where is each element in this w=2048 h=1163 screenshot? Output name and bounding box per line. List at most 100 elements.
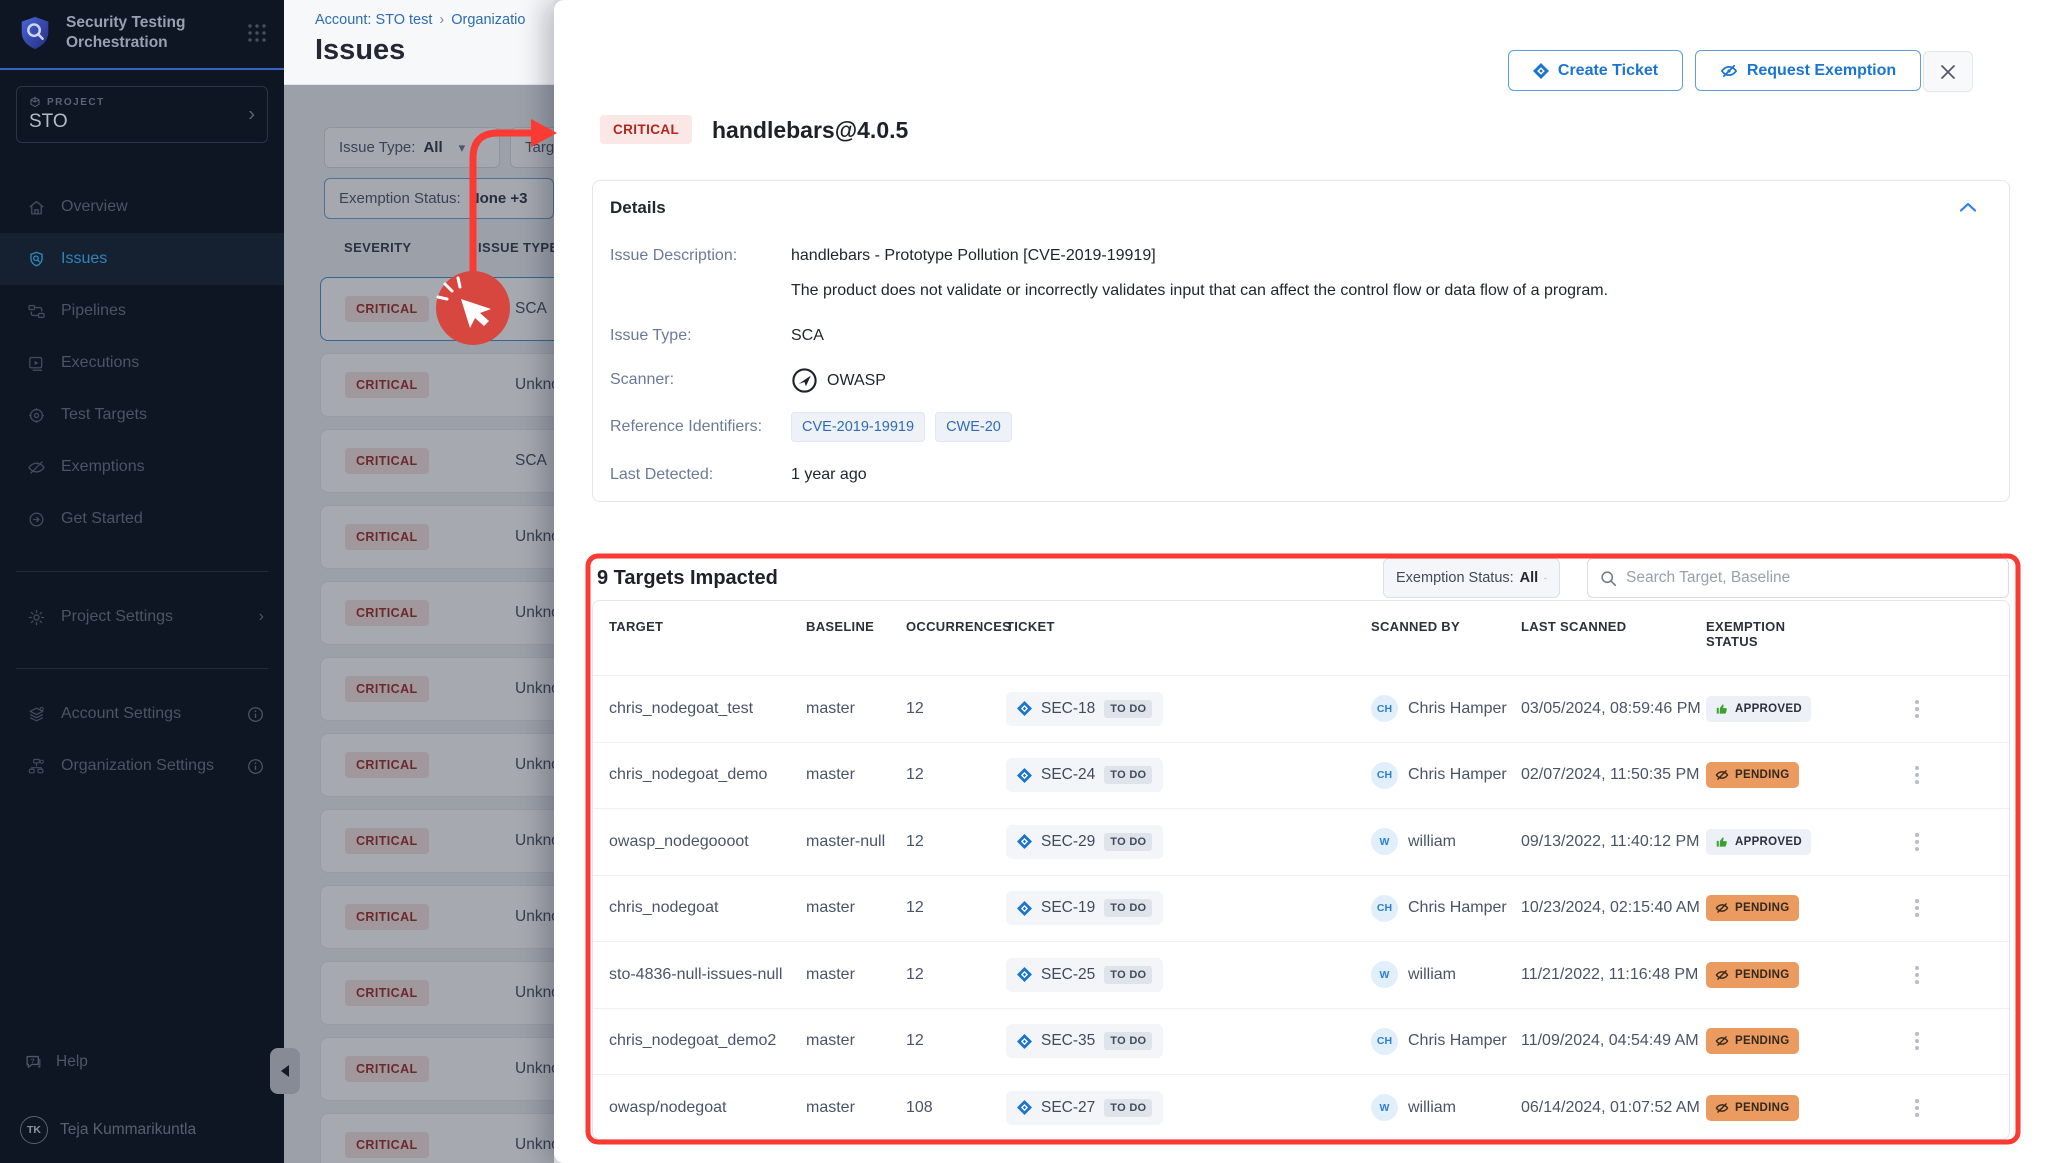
sidebar-header: Security Testing Orchestration — [0, 0, 284, 70]
issue-row[interactable]: CRITICALUnknown — [320, 657, 554, 721]
ticket-link[interactable]: SEC-27TO DO — [1006, 1091, 1163, 1125]
reference-chip-cve[interactable]: CVE-2019-19919 — [791, 412, 925, 442]
table-row[interactable]: chris_nodegoat_test master 12 SEC-18TO D… — [593, 675, 2009, 742]
exemption-status-filter[interactable]: Exemption Status:None +3 — [324, 178, 554, 219]
ticket-key: SEC-18 — [1041, 700, 1095, 718]
issue-row[interactable]: CRITICALUnknown — [320, 809, 554, 873]
issue-row[interactable]: CRITICALUnknown — [320, 353, 554, 417]
issue-type-cell: Unknown — [515, 756, 554, 774]
row-menu-button[interactable] — [1824, 1032, 2009, 1050]
app-title: Security Testing Orchestration — [66, 13, 234, 53]
sidebar-item-label: Organization Settings — [61, 757, 214, 775]
ticket-link[interactable]: SEC-19TO DO — [1006, 891, 1163, 925]
issue-description-label: Issue Description: — [610, 247, 737, 265]
issue-row[interactable]: CRITICALUnknown — [320, 961, 554, 1025]
sidebar-item-get-started[interactable]: Get Started — [0, 493, 284, 545]
sidebar-item-issues[interactable]: Issues — [0, 233, 284, 285]
sidebar: Security Testing Orchestration PROJECT S… — [0, 0, 284, 1163]
row-menu-button[interactable] — [1824, 833, 2009, 851]
row-menu-button[interactable] — [1824, 766, 2009, 784]
severity-badge: CRITICAL — [345, 1132, 429, 1158]
sidebar-item-overview[interactable]: Overview — [0, 181, 284, 233]
exemption-status-badge: PENDING — [1706, 1028, 1799, 1054]
sidebar-item-help[interactable]: ? Help — [0, 1040, 284, 1084]
issue-row[interactable]: CRITICALUnknown — [320, 505, 554, 569]
cube-icon — [29, 96, 41, 108]
last-detected-value: 1 year ago — [791, 466, 867, 484]
ticket-key: SEC-27 — [1041, 1099, 1095, 1117]
issue-row[interactable]: CRITICALUnknown — [320, 581, 554, 645]
ticket-link[interactable]: SEC-35TO DO — [1006, 1024, 1163, 1058]
sidebar-item-label: Get Started — [61, 510, 143, 528]
issue-row[interactable]: CRITICALSCA — [320, 429, 554, 493]
target-filter[interactable]: Targ — [510, 127, 554, 168]
ticket-link[interactable]: SEC-24TO DO — [1006, 758, 1163, 792]
ticket-key: SEC-29 — [1041, 833, 1095, 851]
table-row[interactable]: chris_nodegoat_demo master 12 SEC-24TO D… — [593, 742, 2009, 809]
dropdown-label: Exemption Status: — [1396, 570, 1514, 586]
home-icon — [27, 198, 46, 217]
collapse-chevron-up-icon[interactable] — [1959, 201, 1977, 213]
user-avatar: TK — [20, 1116, 48, 1144]
scanned-by-name: william — [1408, 833, 1456, 851]
row-menu-button[interactable] — [1824, 700, 2009, 718]
sidebar-item-exemptions[interactable]: Exemptions — [0, 441, 284, 493]
column-header-last-scanned: LAST SCANNED — [1521, 619, 1706, 634]
issue-row[interactable]: CRITICALUnknown — [320, 1037, 554, 1101]
table-row[interactable]: chris_nodegoat_demo2 master 12 SEC-35TO … — [593, 1008, 2009, 1075]
scanner-value: OWASP — [791, 367, 886, 394]
ticket-diamond-icon — [1533, 63, 1549, 79]
breadcrumb-org-link[interactable]: Organizatio — [451, 12, 525, 28]
severity-badge: CRITICAL — [345, 828, 429, 854]
avatar: W — [1371, 961, 1398, 988]
close-drawer-button[interactable] — [1923, 51, 1973, 92]
sidebar-item-project-settings[interactable]: Project Settings › — [0, 591, 284, 643]
sidebar-item-executions[interactable]: Executions — [0, 337, 284, 389]
issues-list-background: Issue Type:All▾ Targ Exemption Status:No… — [284, 85, 554, 1163]
table-row[interactable]: owasp/nodegoat master 108 SEC-27TO DO Ww… — [593, 1074, 2009, 1140]
eye-off-icon — [1720, 62, 1738, 80]
exemption-status-dropdown[interactable]: Exemption Status:All — [1383, 558, 1560, 598]
thumbs-up-icon — [1715, 702, 1729, 716]
table-row[interactable]: sto-4836-null-issues-null master 12 SEC-… — [593, 941, 2009, 1008]
sidebar-nav: Overview Issues Pipelines Executions Tes… — [0, 181, 284, 545]
app-switcher-grid-icon[interactable] — [246, 22, 268, 44]
table-row[interactable]: chris_nodegoat master 12 SEC-19TO DO CHC… — [593, 875, 2009, 942]
issue-type-cell: Unknown — [515, 908, 554, 926]
last-detected-label: Last Detected: — [610, 466, 713, 484]
close-icon — [1940, 64, 1956, 80]
info-icon — [247, 758, 264, 775]
ticket-link[interactable]: SEC-25TO DO — [1006, 958, 1163, 992]
table-row[interactable]: owasp_nodegoooot master-null 12 SEC-29TO… — [593, 808, 2009, 875]
breadcrumb-account-link[interactable]: Account: STO test — [315, 12, 432, 28]
scanned-by-name: Chris Hamper — [1408, 766, 1507, 784]
search-input[interactable] — [1626, 569, 1996, 587]
issue-row[interactable]: CRITICALSCA — [320, 277, 554, 341]
issue-type-filter[interactable]: Issue Type:All▾ — [324, 127, 500, 168]
row-menu-button[interactable] — [1824, 1099, 2009, 1117]
issue-title: handlebars@4.0.5 — [712, 117, 908, 144]
reference-chip-cwe[interactable]: CWE-20 — [935, 412, 1012, 442]
page-title: Issues — [315, 34, 405, 67]
sidebar-item-account-settings[interactable]: Account Settings — [0, 688, 284, 740]
target-cell: owasp/nodegoat — [609, 1099, 806, 1117]
ticket-link[interactable]: SEC-29TO DO — [1006, 825, 1163, 859]
sidebar-item-pipelines[interactable]: Pipelines — [0, 285, 284, 337]
sidebar-collapse-handle[interactable] — [270, 1048, 300, 1094]
sidebar-item-test-targets[interactable]: Test Targets — [0, 389, 284, 441]
issue-row[interactable]: CRITICALUnknown — [320, 733, 554, 797]
row-menu-button[interactable] — [1824, 899, 2009, 917]
issue-type-cell: Unknown — [515, 528, 554, 546]
create-ticket-button[interactable]: Create Ticket — [1508, 50, 1683, 91]
request-exemption-button[interactable]: Request Exemption — [1695, 50, 1921, 91]
ticket-link[interactable]: SEC-18 TO DO — [1006, 692, 1163, 726]
targets-table-header: TARGET BASELINE OCCURRENCES TICKET SCANN… — [593, 601, 2009, 675]
user-menu[interactable]: TK Teja Kummarikuntla — [0, 1104, 284, 1156]
issue-row[interactable]: CRITICALUnknown — [320, 1113, 554, 1163]
issue-row[interactable]: CRITICALUnknown — [320, 885, 554, 949]
sidebar-item-organization-settings[interactable]: Organization Settings — [0, 740, 284, 792]
row-menu-button[interactable] — [1824, 966, 2009, 984]
project-selector[interactable]: PROJECT STO › — [16, 86, 268, 143]
avatar: CH — [1371, 762, 1398, 789]
ticket-status-chip: TO DO — [1104, 700, 1152, 718]
